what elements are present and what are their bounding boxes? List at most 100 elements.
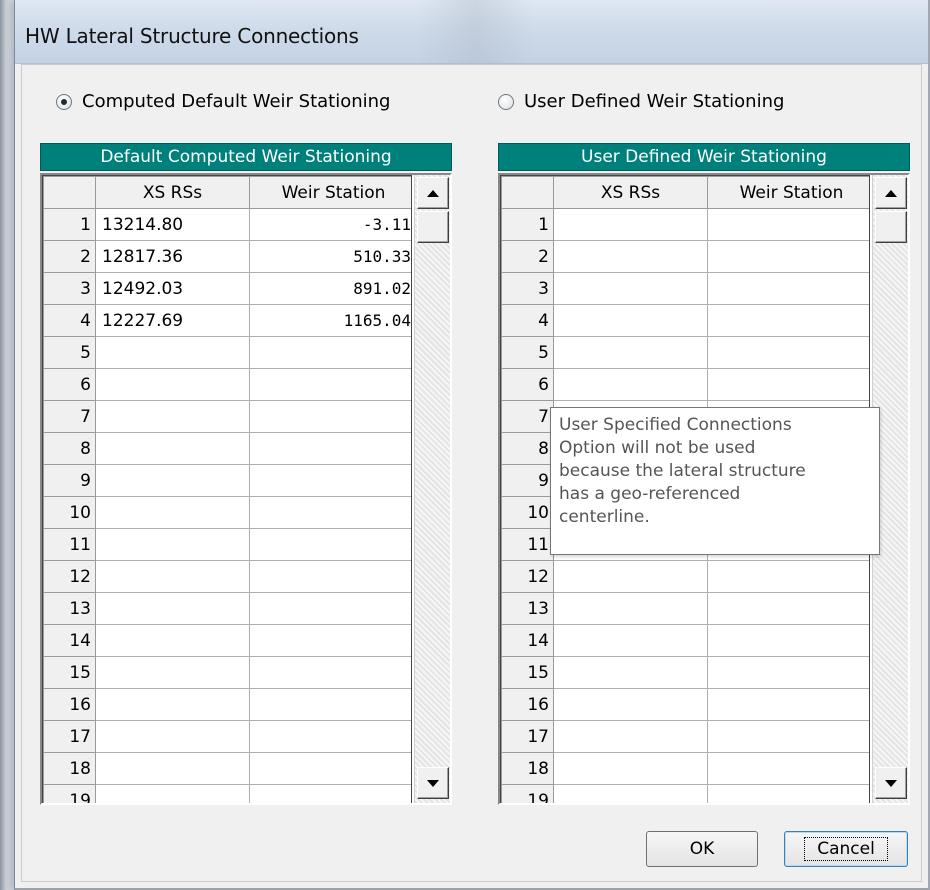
table-row[interactable]: 6 xyxy=(43,368,411,401)
scroll-thumb[interactable] xyxy=(875,211,907,243)
weir-station-cell[interactable] xyxy=(707,304,869,337)
weir-station-cell[interactable]: 1165.04 xyxy=(249,304,411,337)
xs-rs-cell[interactable] xyxy=(553,368,708,401)
weir-station-cell[interactable] xyxy=(249,784,411,803)
table-row[interactable]: 6 xyxy=(501,368,869,401)
table-row[interactable]: 12 xyxy=(501,560,869,593)
xs-rs-cell[interactable] xyxy=(95,752,250,785)
title-bar[interactable]: HW Lateral Structure Connections xyxy=(15,0,928,64)
weir-station-cell[interactable] xyxy=(707,368,869,401)
weir-station-cell[interactable] xyxy=(707,240,869,273)
xs-rs-cell[interactable] xyxy=(553,336,708,369)
weir-station-cell[interactable] xyxy=(249,528,411,561)
weir-station-cell[interactable] xyxy=(249,688,411,721)
weir-station-cell[interactable] xyxy=(249,368,411,401)
ok-button[interactable]: OK xyxy=(646,831,758,867)
xs-rs-cell[interactable]: 12817.36 xyxy=(95,240,250,273)
table-row[interactable]: 19 xyxy=(43,784,411,803)
table-row[interactable]: 13 xyxy=(43,592,411,625)
xs-rs-cell[interactable] xyxy=(553,752,708,785)
table-row[interactable]: 11 xyxy=(43,528,411,561)
table-row[interactable]: 3 xyxy=(501,272,869,305)
table-row[interactable]: 8 xyxy=(43,432,411,465)
table-row[interactable]: 10 xyxy=(43,496,411,529)
xs-rs-cell[interactable] xyxy=(95,784,250,803)
table-row[interactable]: 18 xyxy=(501,752,869,785)
xs-rs-cell[interactable] xyxy=(95,720,250,753)
weir-station-cell[interactable] xyxy=(707,208,869,241)
weir-station-cell[interactable] xyxy=(249,560,411,593)
table-row[interactable]: 9 xyxy=(43,464,411,497)
table-row[interactable]: 5 xyxy=(43,336,411,369)
xs-rs-cell[interactable] xyxy=(95,560,250,593)
xs-rs-cell[interactable] xyxy=(95,368,250,401)
weir-station-column-header[interactable]: Weir Station xyxy=(707,176,869,209)
table-row[interactable]: 2 12817.36 510.33 xyxy=(43,240,411,273)
weir-station-cell[interactable] xyxy=(707,656,869,689)
weir-station-cell[interactable] xyxy=(249,336,411,369)
weir-station-cell[interactable] xyxy=(707,688,869,721)
weir-station-cell[interactable] xyxy=(249,752,411,785)
weir-station-cell[interactable] xyxy=(707,336,869,369)
xs-rs-cell[interactable] xyxy=(553,656,708,689)
default-stationing-table[interactable]: XS RSs Weir Station 1 13214.80 -3.11 2 12817… xyxy=(43,176,411,803)
weir-station-cell[interactable] xyxy=(707,720,869,753)
table-row[interactable]: 15 xyxy=(43,656,411,689)
radio-checked-icon[interactable] xyxy=(56,93,72,110)
weir-station-cell[interactable] xyxy=(249,432,411,465)
cancel-button[interactable]: Cancel xyxy=(784,831,908,867)
radio-unchecked-icon[interactable] xyxy=(498,93,514,110)
xs-rs-cell[interactable] xyxy=(553,208,708,241)
scroll-thumb[interactable] xyxy=(417,211,449,243)
table-row[interactable]: 1 13214.80 -3.11 xyxy=(43,208,411,241)
weir-station-cell[interactable] xyxy=(249,464,411,497)
weir-station-cell[interactable] xyxy=(707,272,869,305)
xs-rs-cell[interactable] xyxy=(95,464,250,497)
table-row[interactable]: 3 12492.03 891.02 xyxy=(43,272,411,305)
weir-station-cell[interactable]: 510.33 xyxy=(249,240,411,273)
xs-rs-cell[interactable] xyxy=(553,784,708,803)
weir-station-cell[interactable] xyxy=(249,592,411,625)
weir-station-cell[interactable]: -3.11 xyxy=(249,208,411,241)
xs-rs-cell[interactable] xyxy=(553,592,708,625)
table-row[interactable]: 16 xyxy=(43,688,411,721)
weir-station-cell[interactable]: 891.02 xyxy=(249,272,411,305)
xs-rs-cell[interactable]: 12227.69 xyxy=(95,304,250,337)
weir-station-cell[interactable] xyxy=(249,624,411,657)
weir-station-cell[interactable] xyxy=(249,400,411,433)
table-row[interactable]: 5 xyxy=(501,336,869,369)
xs-rs-cell[interactable] xyxy=(95,592,250,625)
table-row[interactable]: 15 xyxy=(501,656,869,689)
weir-station-column-header[interactable]: Weir Station xyxy=(249,176,411,209)
weir-station-cell[interactable] xyxy=(249,720,411,753)
xs-rs-cell[interactable] xyxy=(553,560,708,593)
weir-station-cell[interactable] xyxy=(707,560,869,593)
table-row[interactable]: 16 xyxy=(501,688,869,721)
xs-rs-cell[interactable] xyxy=(95,336,250,369)
table-row[interactable]: 19 xyxy=(501,784,869,803)
table-row[interactable]: 4 xyxy=(501,304,869,337)
table-row[interactable]: 14 xyxy=(501,624,869,657)
xs-rss-column-header[interactable]: XS RSs xyxy=(553,176,708,209)
table-row[interactable]: 17 xyxy=(501,720,869,753)
scroll-up-button[interactable] xyxy=(417,177,449,209)
xs-rs-cell[interactable]: 12492.03 xyxy=(95,272,250,305)
weir-station-cell[interactable] xyxy=(707,752,869,785)
left-vertical-scrollbar[interactable] xyxy=(414,175,450,803)
weir-station-cell[interactable] xyxy=(249,656,411,689)
weir-station-cell[interactable] xyxy=(707,624,869,657)
xs-rs-cell[interactable] xyxy=(95,400,250,433)
user-stationing-radio[interactable]: User Defined Weir Stationing xyxy=(498,91,784,112)
xs-rs-cell[interactable] xyxy=(553,688,708,721)
xs-rs-cell[interactable] xyxy=(95,656,250,689)
computed-stationing-radio[interactable]: Computed Default Weir Stationing xyxy=(56,91,391,112)
table-row[interactable]: 7 xyxy=(43,400,411,433)
table-row[interactable]: 13 xyxy=(501,592,869,625)
table-row[interactable]: 17 xyxy=(43,720,411,753)
xs-rs-cell[interactable] xyxy=(553,720,708,753)
xs-rs-cell[interactable] xyxy=(553,240,708,273)
weir-station-cell[interactable] xyxy=(707,784,869,803)
weir-station-cell[interactable] xyxy=(249,496,411,529)
xs-rs-cell[interactable] xyxy=(95,688,250,721)
table-row[interactable]: 1 xyxy=(501,208,869,241)
